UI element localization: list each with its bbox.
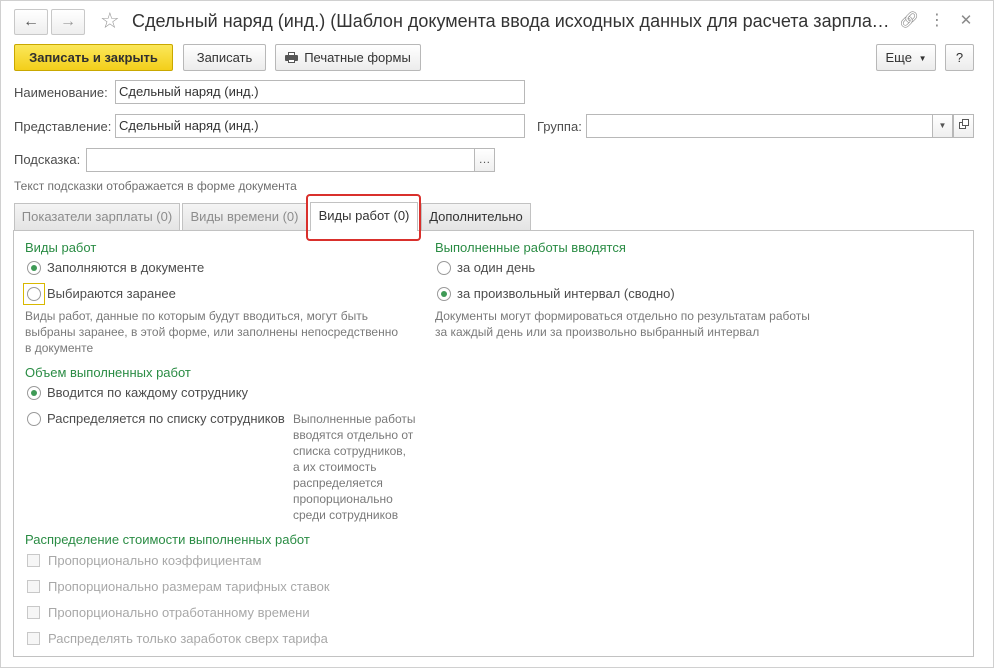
more-vertical-icon[interactable]: ⋮ (928, 11, 946, 31)
group-input[interactable] (586, 114, 933, 138)
group-open-button[interactable] (953, 114, 974, 138)
volume-description: Выполненные работы вводятся отдельно от … (293, 411, 415, 523)
option-distributed-by-list[interactable]: Распределяется по списку сотрудников (47, 411, 285, 427)
checkbox-only-above-tariff[interactable] (27, 632, 40, 645)
description-line: за каждый день или за произвольно выбран… (435, 325, 760, 339)
window-title: Сдельный наряд (инд.) (Шаблон документа … (132, 11, 892, 31)
option-selected-in-advance[interactable]: Выбираются заранее (47, 286, 176, 302)
dropdown-arrow-icon: ▼ (918, 54, 927, 63)
radio-distributed-by-list[interactable] (27, 412, 41, 426)
write-button[interactable]: Записать (183, 44, 266, 71)
more-label: Еще (885, 50, 912, 65)
option-by-worked-time[interactable]: Пропорционально отработанному времени (48, 605, 310, 620)
radio-selected-in-advance[interactable] (27, 287, 41, 301)
presentation-input[interactable]: Сдельный наряд (инд.) (115, 114, 525, 138)
description-line: списка сотрудников, (293, 444, 407, 458)
presentation-label: Представление: (14, 119, 112, 134)
print-forms-button[interactable]: Печатные формы (275, 44, 421, 71)
option-arbitrary-interval[interactable]: за произвольный интервал (сводно) (457, 286, 675, 302)
completed-works-heading: Выполненные работы вводятся (435, 240, 626, 255)
dropdown-arrow-icon: ▼ (938, 121, 947, 130)
cost-distribution-heading: Распределение стоимости выполненных рабо… (25, 532, 310, 547)
document-template-window: ← → ☆ Сдельный наряд (инд.) (Шаблон доку… (0, 0, 994, 668)
checkbox-by-worked-time[interactable] (27, 606, 40, 619)
option-only-above-tariff[interactable]: Распределять только заработок сверх тари… (48, 631, 328, 646)
description-line: распределяется (293, 476, 383, 490)
option-by-tariff-rates[interactable]: Пропорционально размерам тарифных ставок (48, 579, 330, 594)
close-icon[interactable]: ✕ (957, 11, 975, 31)
description-line: а их стоимость (293, 460, 377, 474)
tab-salary-indicators[interactable]: Показатели зарплаты (0) (14, 203, 180, 230)
tab-time-types[interactable]: Виды времени (0) (182, 203, 307, 230)
name-label: Наименование: (14, 85, 108, 100)
radio-filled-in-document[interactable] (27, 261, 41, 275)
link-icon[interactable]: 🔗︎ (899, 11, 919, 31)
description-line: Выполненные работы (293, 412, 416, 426)
hint-label: Подсказка: (14, 152, 81, 167)
description-line: в документе (25, 341, 94, 355)
hint-note: Текст подсказки отображается в форме док… (14, 179, 297, 193)
work-types-heading: Виды работ (25, 240, 97, 255)
description-line: пропорционально (293, 492, 393, 506)
work-types-description: Виды работ, данные по которым будут ввод… (25, 308, 398, 356)
checkbox-by-coefficients[interactable] (27, 554, 40, 567)
radio-arbitrary-interval[interactable] (437, 287, 451, 301)
option-filled-in-document[interactable]: Заполняются в документе (47, 260, 204, 276)
description-line: среди сотрудников (293, 508, 399, 522)
favorite-star-icon[interactable]: ☆ (100, 8, 120, 34)
open-window-icon (958, 119, 969, 129)
name-input[interactable]: Сдельный наряд (инд.) (115, 80, 525, 104)
back-button[interactable]: ← (14, 9, 48, 35)
ellipsis-icon: … (478, 152, 491, 166)
hint-select-button[interactable]: … (474, 148, 495, 172)
radio-per-employee[interactable] (27, 386, 41, 400)
tab-highlight-frame (306, 194, 421, 241)
description-line: вводятся отдельно от (293, 428, 414, 442)
tab-additional[interactable]: Дополнительно (421, 203, 531, 230)
radio-one-day[interactable] (437, 261, 451, 275)
checkbox-by-tariff-rates[interactable] (27, 580, 40, 593)
option-per-employee[interactable]: Вводится по каждому сотруднику (47, 385, 248, 401)
write-and-close-button[interactable]: Записать и закрыть (14, 44, 173, 71)
description-line: Виды работ, данные по которым будут ввод… (25, 309, 368, 323)
hint-input[interactable] (86, 148, 475, 172)
forward-button[interactable]: → (51, 9, 85, 35)
volume-heading: Объем выполненных работ (25, 365, 191, 380)
print-forms-label: Печатные формы (304, 50, 411, 65)
help-button[interactable]: ? (945, 44, 974, 71)
arrow-right-icon: → (60, 13, 76, 30)
arrow-left-icon: ← (23, 13, 39, 30)
group-dropdown-button[interactable]: ▼ (932, 114, 953, 138)
option-by-coefficients[interactable]: Пропорционально коэффициентам (48, 553, 261, 568)
description-line: Документы могут формироваться отдельно п… (435, 309, 810, 323)
printer-icon (285, 52, 299, 63)
more-button[interactable]: Еще ▼ (876, 44, 936, 71)
group-label: Группа: (537, 119, 582, 134)
option-one-day[interactable]: за один день (457, 260, 535, 276)
completed-works-description: Документы могут формироваться отдельно п… (435, 308, 810, 340)
description-line: выбраны заранее, в этой форме, или запол… (25, 325, 399, 339)
